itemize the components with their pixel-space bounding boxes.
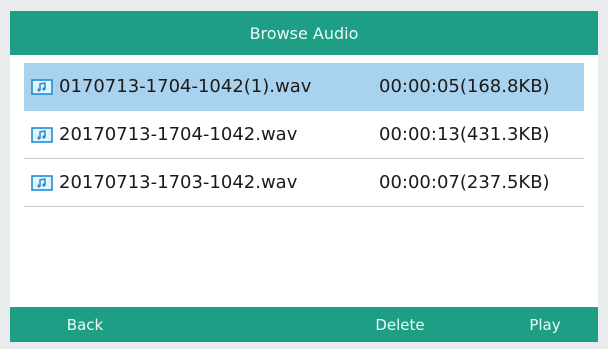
back-button[interactable]: Back — [40, 307, 130, 342]
list-item[interactable]: 0170713-1704-1042(1).wav 00:00:05(168.8K… — [24, 63, 584, 111]
audio-file-icon — [31, 126, 53, 143]
list-item[interactable]: 20170713-1704-1042.wav 00:00:13(431.3KB) — [24, 111, 584, 159]
file-duration-size: 00:00:07(237.5KB) — [379, 172, 550, 193]
title-bar: Browse Audio — [10, 11, 598, 55]
softkey-bar: Back Delete Play — [10, 307, 598, 342]
file-name: 20170713-1703-1042.wav — [59, 172, 298, 193]
file-name: 0170713-1704-1042(1).wav — [59, 76, 312, 97]
file-name: 20170713-1704-1042.wav — [59, 124, 298, 145]
audio-file-icon — [31, 174, 53, 191]
list-item[interactable]: 20170713-1703-1042.wav 00:00:07(237.5KB) — [24, 159, 584, 207]
play-button[interactable]: Play — [500, 307, 590, 342]
file-duration-size: 00:00:05(168.8KB) — [379, 76, 550, 97]
audio-file-list: 0170713-1704-1042(1).wav 00:00:05(168.8K… — [24, 63, 584, 207]
file-duration-size: 00:00:13(431.3KB) — [379, 124, 550, 145]
delete-button[interactable]: Delete — [350, 307, 450, 342]
screen-title: Browse Audio — [249, 23, 359, 43]
audio-file-icon — [31, 78, 53, 95]
phone-screen: Browse Audio 0170713-1704-1042(1).wav 00… — [10, 11, 598, 342]
